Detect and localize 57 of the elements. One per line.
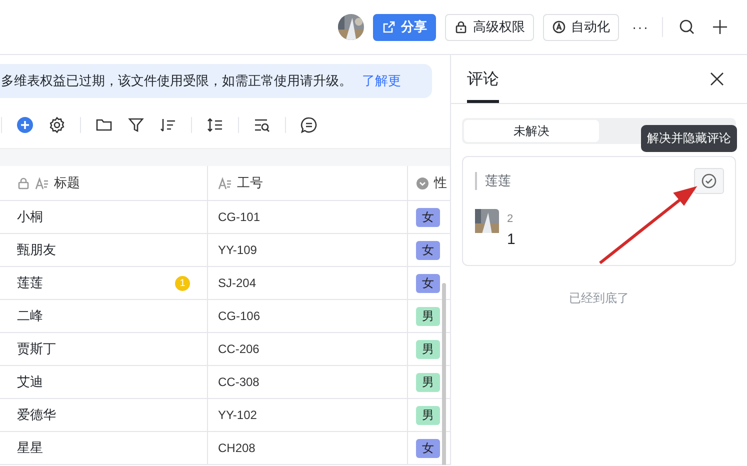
- table-cell: SJ-204: [208, 267, 408, 299]
- scrollbar[interactable]: [442, 283, 446, 465]
- gender-tag: 男: [416, 406, 440, 424]
- table-cell: 甄朋友: [0, 234, 208, 266]
- table-cell: CC-308: [208, 366, 408, 398]
- table-cell: 爱德华: [0, 399, 208, 431]
- table-cell: 二峰: [0, 300, 208, 332]
- dropdown-icon: [416, 176, 429, 190]
- tooltip: 解决并隐藏评论: [641, 125, 737, 152]
- notice-text: 多维表权益已过期，该文件使用受限，如需正常使用请升级。: [1, 72, 352, 90]
- end-of-list-text: 已经到底了: [568, 290, 630, 307]
- filter-icon[interactable]: [127, 116, 145, 134]
- check-icon: [701, 173, 717, 189]
- table-cell: 星星: [0, 432, 208, 464]
- table-cell: CG-106: [208, 300, 408, 332]
- row-height-icon[interactable]: [206, 116, 224, 134]
- gender-tag: 男: [416, 372, 440, 392]
- comment-icon[interactable]: [300, 116, 318, 134]
- gender-tag: 男: [416, 340, 440, 358]
- text-field-icon: [35, 176, 49, 190]
- author-name: 2: [507, 213, 514, 225]
- add-icon[interactable]: [711, 18, 729, 36]
- text-field-icon: [218, 176, 232, 190]
- gender-tag: 女: [416, 274, 440, 292]
- table-cell: CG-101: [208, 201, 408, 233]
- comment-text: 1: [507, 231, 516, 248]
- permission-button[interactable]: 高级权限: [445, 14, 534, 40]
- table-cell: 贾斯丁: [0, 333, 208, 365]
- settings-icon[interactable]: [48, 116, 66, 134]
- column-header[interactable]: 标题: [0, 166, 208, 200]
- quoted-text: 莲莲: [475, 172, 511, 190]
- automation-button[interactable]: 自动化: [543, 14, 619, 40]
- more-button[interactable]: ···: [628, 19, 653, 35]
- comments-tab[interactable]: 评论: [467, 55, 499, 103]
- table-cell: CH208: [208, 432, 408, 464]
- share-button[interactable]: 分享: [373, 14, 436, 40]
- close-icon[interactable]: [709, 71, 725, 87]
- gender-tag: 女: [416, 438, 440, 458]
- table-cell: YY-109: [208, 234, 408, 266]
- gender-tag: 男: [416, 306, 440, 326]
- table-cell: 莲莲 1: [0, 267, 208, 299]
- lock-icon: [454, 20, 468, 34]
- resolve-button[interactable]: [694, 168, 724, 194]
- filter-option[interactable]: 未解决: [464, 120, 599, 142]
- column-header[interactable]: 工号: [208, 166, 408, 200]
- automation-icon: [552, 20, 566, 34]
- gender-tag: 女: [416, 208, 440, 226]
- sort-icon[interactable]: [159, 116, 177, 134]
- table-cell: 小桐: [0, 201, 208, 233]
- share-icon: [382, 20, 396, 34]
- table-cell: 艾迪: [0, 366, 208, 398]
- gender-tag: 女: [416, 240, 440, 260]
- search-icon[interactable]: [678, 18, 696, 36]
- learn-more-link[interactable]: 了解更: [362, 72, 401, 90]
- table-cell: YY-102: [208, 399, 408, 431]
- table-cell: CC-206: [208, 333, 408, 365]
- column-header[interactable]: 性: [408, 166, 450, 200]
